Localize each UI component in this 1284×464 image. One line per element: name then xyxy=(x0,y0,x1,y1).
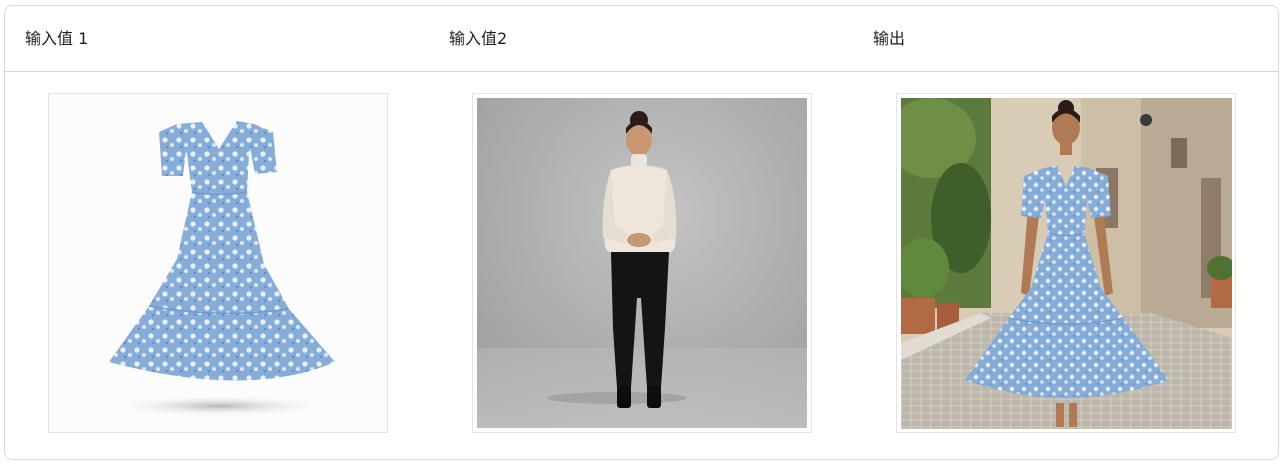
woman-model-image xyxy=(477,98,807,428)
output-image-frame[interactable] xyxy=(896,93,1236,433)
input-1-image-frame[interactable] xyxy=(48,93,388,433)
comparison-card: 输入值 1 输入值2 输出 xyxy=(4,5,1279,460)
column-header-input-1: 输入值 1 xyxy=(25,29,89,48)
input-2-image-frame[interactable] xyxy=(472,93,812,433)
floral-dress-image xyxy=(49,94,387,432)
woman-in-floral-dress-image xyxy=(901,98,1232,429)
column-header-output: 输出 xyxy=(873,29,906,48)
table-header: 输入值 1 输入值2 输出 xyxy=(5,6,1278,72)
column-header-input-2: 输入值2 xyxy=(449,29,508,48)
